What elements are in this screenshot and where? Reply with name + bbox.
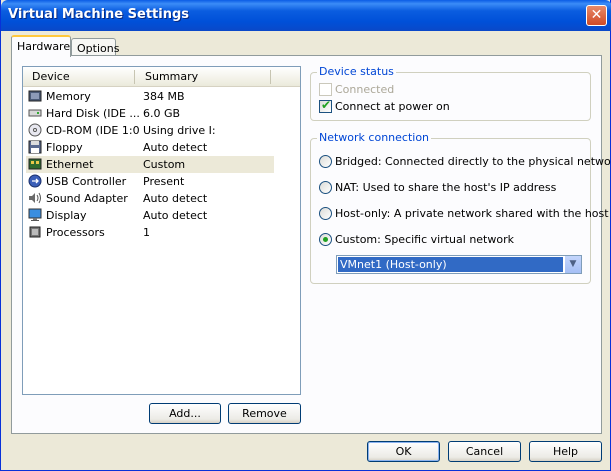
display-icon: [28, 208, 42, 221]
connected-checkbox[interactable]: [319, 83, 332, 96]
add-button[interactable]: Add...: [149, 403, 221, 424]
help-button[interactable]: Help: [529, 441, 602, 462]
device-name: Hard Disk (IDE ...: [46, 107, 140, 120]
tab-options-label: Options: [77, 42, 120, 55]
memory-icon: [28, 90, 42, 102]
device-row-hard-disk[interactable]: Hard Disk (IDE ... 6.0 GB: [26, 105, 274, 122]
cancel-button-label: Cancel: [465, 445, 504, 458]
device-row-floppy[interactable]: Floppy Auto detect: [26, 139, 274, 156]
device-name: Processors: [46, 226, 105, 239]
device-summary: Using drive I:: [143, 124, 216, 137]
device-summary: 6.0 GB: [143, 107, 181, 120]
radio-selected-dot: [323, 237, 328, 242]
add-button-label: Add...: [169, 407, 201, 420]
device-list-header: Device Summary: [23, 67, 300, 87]
connected-label: Connected: [335, 83, 395, 96]
device-summary: Auto detect: [143, 209, 208, 222]
device-row-display[interactable]: Display Auto detect: [26, 207, 274, 224]
device-name: Sound Adapter: [46, 192, 128, 205]
bridged-radio[interactable]: [319, 155, 332, 168]
host-only-radio[interactable]: [319, 207, 332, 220]
device-summary: Present: [143, 175, 185, 188]
checkmark-icon: ✔: [321, 98, 332, 112]
device-list[interactable]: Device Summary Memory 384 MB Hard Disk (…: [22, 66, 301, 395]
connect-at-power-on-checkbox[interactable]: ✔: [319, 98, 332, 113]
ethernet-icon: [28, 158, 42, 170]
device-status-group: Device status Connected ✔ Connect at pow…: [310, 65, 591, 121]
custom-label: Custom: Specific virtual network: [335, 233, 514, 246]
device-summary: Auto detect: [143, 141, 208, 154]
device-name: CD-ROM (IDE 1:0): [46, 124, 140, 137]
tab-hardware[interactable]: Hardware: [11, 35, 71, 57]
network-connection-title: Network connection: [317, 131, 432, 144]
device-summary: Custom: [143, 158, 186, 171]
device-summary: Auto detect: [143, 192, 208, 205]
custom-network-value: VMnet1 (Host-only): [338, 257, 563, 272]
cdrom-icon: [28, 123, 42, 137]
host-only-label: Host-only: A private network shared with…: [335, 207, 609, 220]
device-status-title: Device status: [317, 65, 396, 78]
device-row-ethernet[interactable]: Ethernet Custom: [26, 156, 274, 173]
device-row-cdrom[interactable]: CD-ROM (IDE 1:0) Using drive I:: [26, 122, 274, 139]
ok-button-label: OK: [395, 445, 412, 458]
chevron-down-icon[interactable]: ▼: [564, 256, 581, 273]
column-summary[interactable]: Summary: [145, 70, 198, 83]
floppy-icon: [28, 140, 42, 154]
device-name: Ethernet: [46, 158, 94, 171]
device-summary: 384 MB: [143, 90, 185, 103]
bridged-label: Bridged: Connected directly to the physi…: [335, 155, 611, 168]
nat-label: NAT: Used to share the host's IP address: [335, 181, 557, 194]
device-name: Memory: [46, 90, 91, 103]
device-row-sound[interactable]: Sound Adapter Auto detect: [26, 190, 274, 207]
device-name: USB Controller: [46, 175, 127, 188]
tab-options[interactable]: Options: [71, 38, 120, 55]
remove-button[interactable]: Remove: [228, 403, 301, 424]
sound-icon: [29, 192, 41, 204]
device-row-processors[interactable]: Processors 1: [26, 224, 274, 241]
close-icon: ✕: [590, 7, 603, 23]
help-button-label: Help: [552, 445, 579, 458]
vm-settings-window: Virtual Machine Settings ✕ Hardware Opti…: [0, 0, 611, 471]
device-name: Floppy: [46, 141, 83, 154]
title-bar[interactable]: Virtual Machine Settings ✕: [1, 0, 611, 31]
connect-at-power-on-label: Connect at power on: [335, 100, 450, 113]
cancel-button[interactable]: Cancel: [448, 441, 521, 462]
processor-icon: [29, 226, 41, 238]
window-title: Virtual Machine Settings: [8, 7, 190, 22]
custom-network-dropdown[interactable]: VMnet1 (Host-only) ▼: [336, 255, 582, 274]
tab-hardware-label: Hardware: [17, 40, 71, 53]
device-row-memory[interactable]: Memory 384 MB: [26, 88, 274, 105]
close-button[interactable]: ✕: [586, 5, 607, 26]
custom-radio[interactable]: [319, 233, 332, 246]
column-device[interactable]: Device: [32, 70, 70, 83]
nat-radio[interactable]: [319, 181, 332, 194]
hard-disk-icon: [28, 109, 42, 117]
device-row-usb[interactable]: USB Controller Present: [26, 173, 274, 190]
ok-button[interactable]: OK: [367, 441, 440, 462]
device-name: Display: [46, 209, 87, 222]
remove-button-label: Remove: [242, 407, 287, 420]
usb-icon: [28, 174, 42, 188]
device-summary: 1: [143, 226, 150, 239]
